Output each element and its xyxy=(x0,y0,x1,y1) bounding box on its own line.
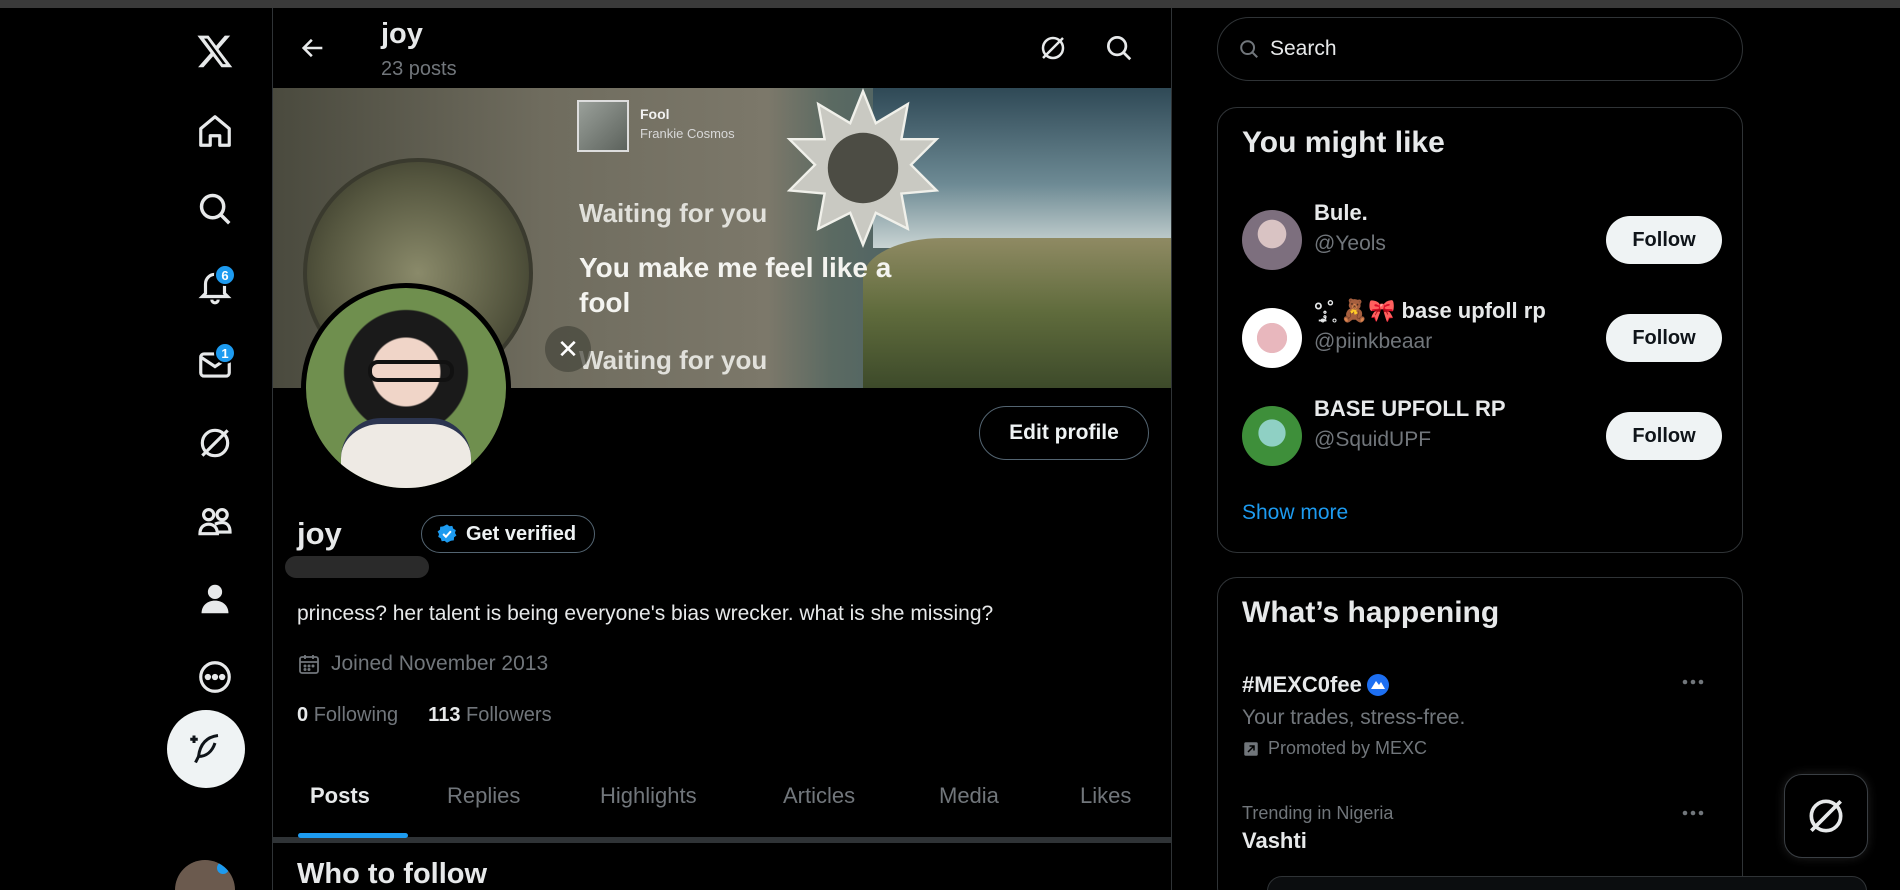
header-grok-icon[interactable] xyxy=(1031,26,1075,70)
profile-avatar[interactable] xyxy=(301,283,511,493)
whats-happening-title: What’s happening xyxy=(1242,596,1500,629)
account-avatar-dot xyxy=(217,862,229,874)
profile-name: joy xyxy=(297,516,342,551)
promoted-icon xyxy=(1244,741,1258,756)
feather-plus-icon xyxy=(190,734,219,764)
search-icon[interactable] xyxy=(182,176,248,242)
account-avatar[interactable] xyxy=(175,860,235,890)
calendar-icon xyxy=(299,655,319,674)
profile-bio: princess? her talent is being everyone's… xyxy=(297,602,994,625)
song-artist: Frankie Cosmos xyxy=(640,126,735,141)
tab-articles[interactable]: Articles xyxy=(783,783,855,809)
banner-hill-image xyxy=(863,238,1171,388)
more-options-icon[interactable] xyxy=(1678,672,1708,692)
following-link[interactable]: 0 Following xyxy=(297,704,398,727)
home-icon[interactable] xyxy=(182,98,248,164)
profile-icon[interactable] xyxy=(182,566,248,632)
followers-label: Followers xyxy=(466,704,552,726)
promoted-trend[interactable]: #MEXC0fee Your trades, stress-free. Prom… xyxy=(1242,672,1722,759)
tab-replies[interactable]: Replies xyxy=(447,783,520,809)
suggestion-name[interactable]: BASE UPFOLL RP xyxy=(1314,396,1506,422)
suggestion-avatar[interactable] xyxy=(1242,308,1302,368)
promoted-subtitle: Your trades, stress-free. xyxy=(1242,706,1466,729)
suggestion-item[interactable]: Bule. @Yeols Follow xyxy=(1242,200,1722,280)
who-to-follow-heading: Who to follow xyxy=(297,858,488,890)
grok-float-button[interactable] xyxy=(1784,774,1868,858)
header-name: joy xyxy=(381,18,423,50)
more-circle-icon[interactable] xyxy=(182,644,248,710)
you-might-like-card: You might like Bule. @Yeols Follow °̥⨾̱˚… xyxy=(1217,107,1743,553)
banner-lyric-3: Waiting for you xyxy=(579,345,768,375)
suggestion-item[interactable]: BASE UPFOLL RP @SquidUPF Follow xyxy=(1242,396,1722,476)
header-post-count: 23 posts xyxy=(381,58,457,80)
tab-likes[interactable]: Likes xyxy=(1080,783,1131,809)
get-verified-button[interactable]: Get verified xyxy=(421,515,596,553)
get-verified-label: Get verified xyxy=(466,522,577,545)
edit-profile-button[interactable]: Edit profile xyxy=(979,406,1149,460)
trend-context: Trending in Nigeria xyxy=(1242,803,1394,823)
suggestion-item[interactable]: °̥⨾̱˚̥ 🧸🎀 base upfoll rp @piinkbeaar Fol… xyxy=(1242,298,1722,378)
back-arrow-icon[interactable] xyxy=(291,26,335,70)
suggestion-handle: @SquidUPF xyxy=(1314,428,1432,451)
compose-post-button[interactable] xyxy=(167,710,245,788)
suggestion-handle: @Yeols xyxy=(1314,232,1386,255)
window-top-strip xyxy=(0,0,1900,8)
mexc-logo-icon xyxy=(1366,674,1389,696)
banner-lyric-2: You make me feel like a fool xyxy=(579,252,892,318)
song-title: Fool xyxy=(640,106,670,122)
messages-icon[interactable]: 1 xyxy=(182,332,248,398)
following-count: 0 xyxy=(297,704,309,726)
joined-text: Joined November 2013 xyxy=(331,652,549,675)
grok-icon[interactable] xyxy=(182,410,248,476)
tab-media[interactable]: Media xyxy=(939,783,999,809)
trend-name: Vashti xyxy=(1242,828,1307,853)
you-might-like-title: You might like xyxy=(1242,126,1445,159)
verified-badge-icon xyxy=(437,524,457,543)
follow-button[interactable]: Follow xyxy=(1606,216,1722,264)
left-navigation: 6 1 xyxy=(160,8,272,890)
profile-tabs: Posts Replies Highlights Articles Media … xyxy=(273,763,1171,843)
follow-counts: 0 Following 113 Followers xyxy=(297,704,552,727)
more-options-icon[interactable] xyxy=(1678,803,1708,823)
suggestion-avatar[interactable] xyxy=(1242,406,1302,466)
search-icon xyxy=(1240,40,1258,58)
suggestion-handle: @piinkbeaar xyxy=(1314,330,1433,353)
banner-lyric-1: Waiting for you xyxy=(579,198,768,228)
whats-happening-card: What’s happening #MEXC0fee Your trades, … xyxy=(1217,577,1743,890)
banner-starburst-icon xyxy=(786,88,940,248)
profile-column: joy 23 posts Fool Frankie Cosmos Waiting… xyxy=(272,8,1172,890)
suggestion-avatar[interactable] xyxy=(1242,210,1302,270)
search-input[interactable] xyxy=(1270,37,1690,61)
avatar-shirt xyxy=(341,418,471,488)
notifications-badge: 6 xyxy=(214,264,236,286)
follow-button[interactable]: Follow xyxy=(1606,412,1722,460)
communities-icon[interactable] xyxy=(182,488,248,554)
show-more-link[interactable]: Show more xyxy=(1242,501,1348,525)
messages-drawer[interactable] xyxy=(1267,876,1867,890)
suggestion-name[interactable]: °̥⨾̱˚̥ 🧸🎀 base upfoll rp xyxy=(1314,298,1546,324)
follow-button[interactable]: Follow xyxy=(1606,314,1722,362)
header-search-icon[interactable] xyxy=(1097,26,1141,70)
pinwheel-icon: ✕ xyxy=(545,326,591,372)
avatar-glasses xyxy=(368,360,454,382)
suggestion-name[interactable]: Bule. xyxy=(1314,200,1368,226)
redacted-handle xyxy=(285,556,429,578)
messages-badge: 1 xyxy=(214,342,236,364)
profile-header: joy 23 posts xyxy=(273,8,1171,88)
grok-icon xyxy=(1809,799,1843,833)
following-label: Following xyxy=(313,704,399,726)
joined-date: Joined November 2013 xyxy=(297,652,548,676)
tab-posts[interactable]: Posts xyxy=(310,783,370,809)
search-box[interactable] xyxy=(1217,17,1743,81)
followers-count: 113 xyxy=(428,704,461,726)
active-tab-indicator xyxy=(298,833,408,838)
followers-link[interactable]: 113 Followers xyxy=(428,704,551,727)
promoted-hashtag: #MEXC0fee xyxy=(1242,672,1362,697)
notifications-icon[interactable]: 6 xyxy=(182,254,248,320)
trend-item[interactable]: Trending in Nigeria Vashti xyxy=(1242,803,1722,854)
x-logo-icon[interactable] xyxy=(182,18,248,84)
song-album-art xyxy=(577,100,629,152)
promoted-by: Promoted by MEXC xyxy=(1268,738,1428,758)
tab-highlights[interactable]: Highlights xyxy=(600,783,697,809)
